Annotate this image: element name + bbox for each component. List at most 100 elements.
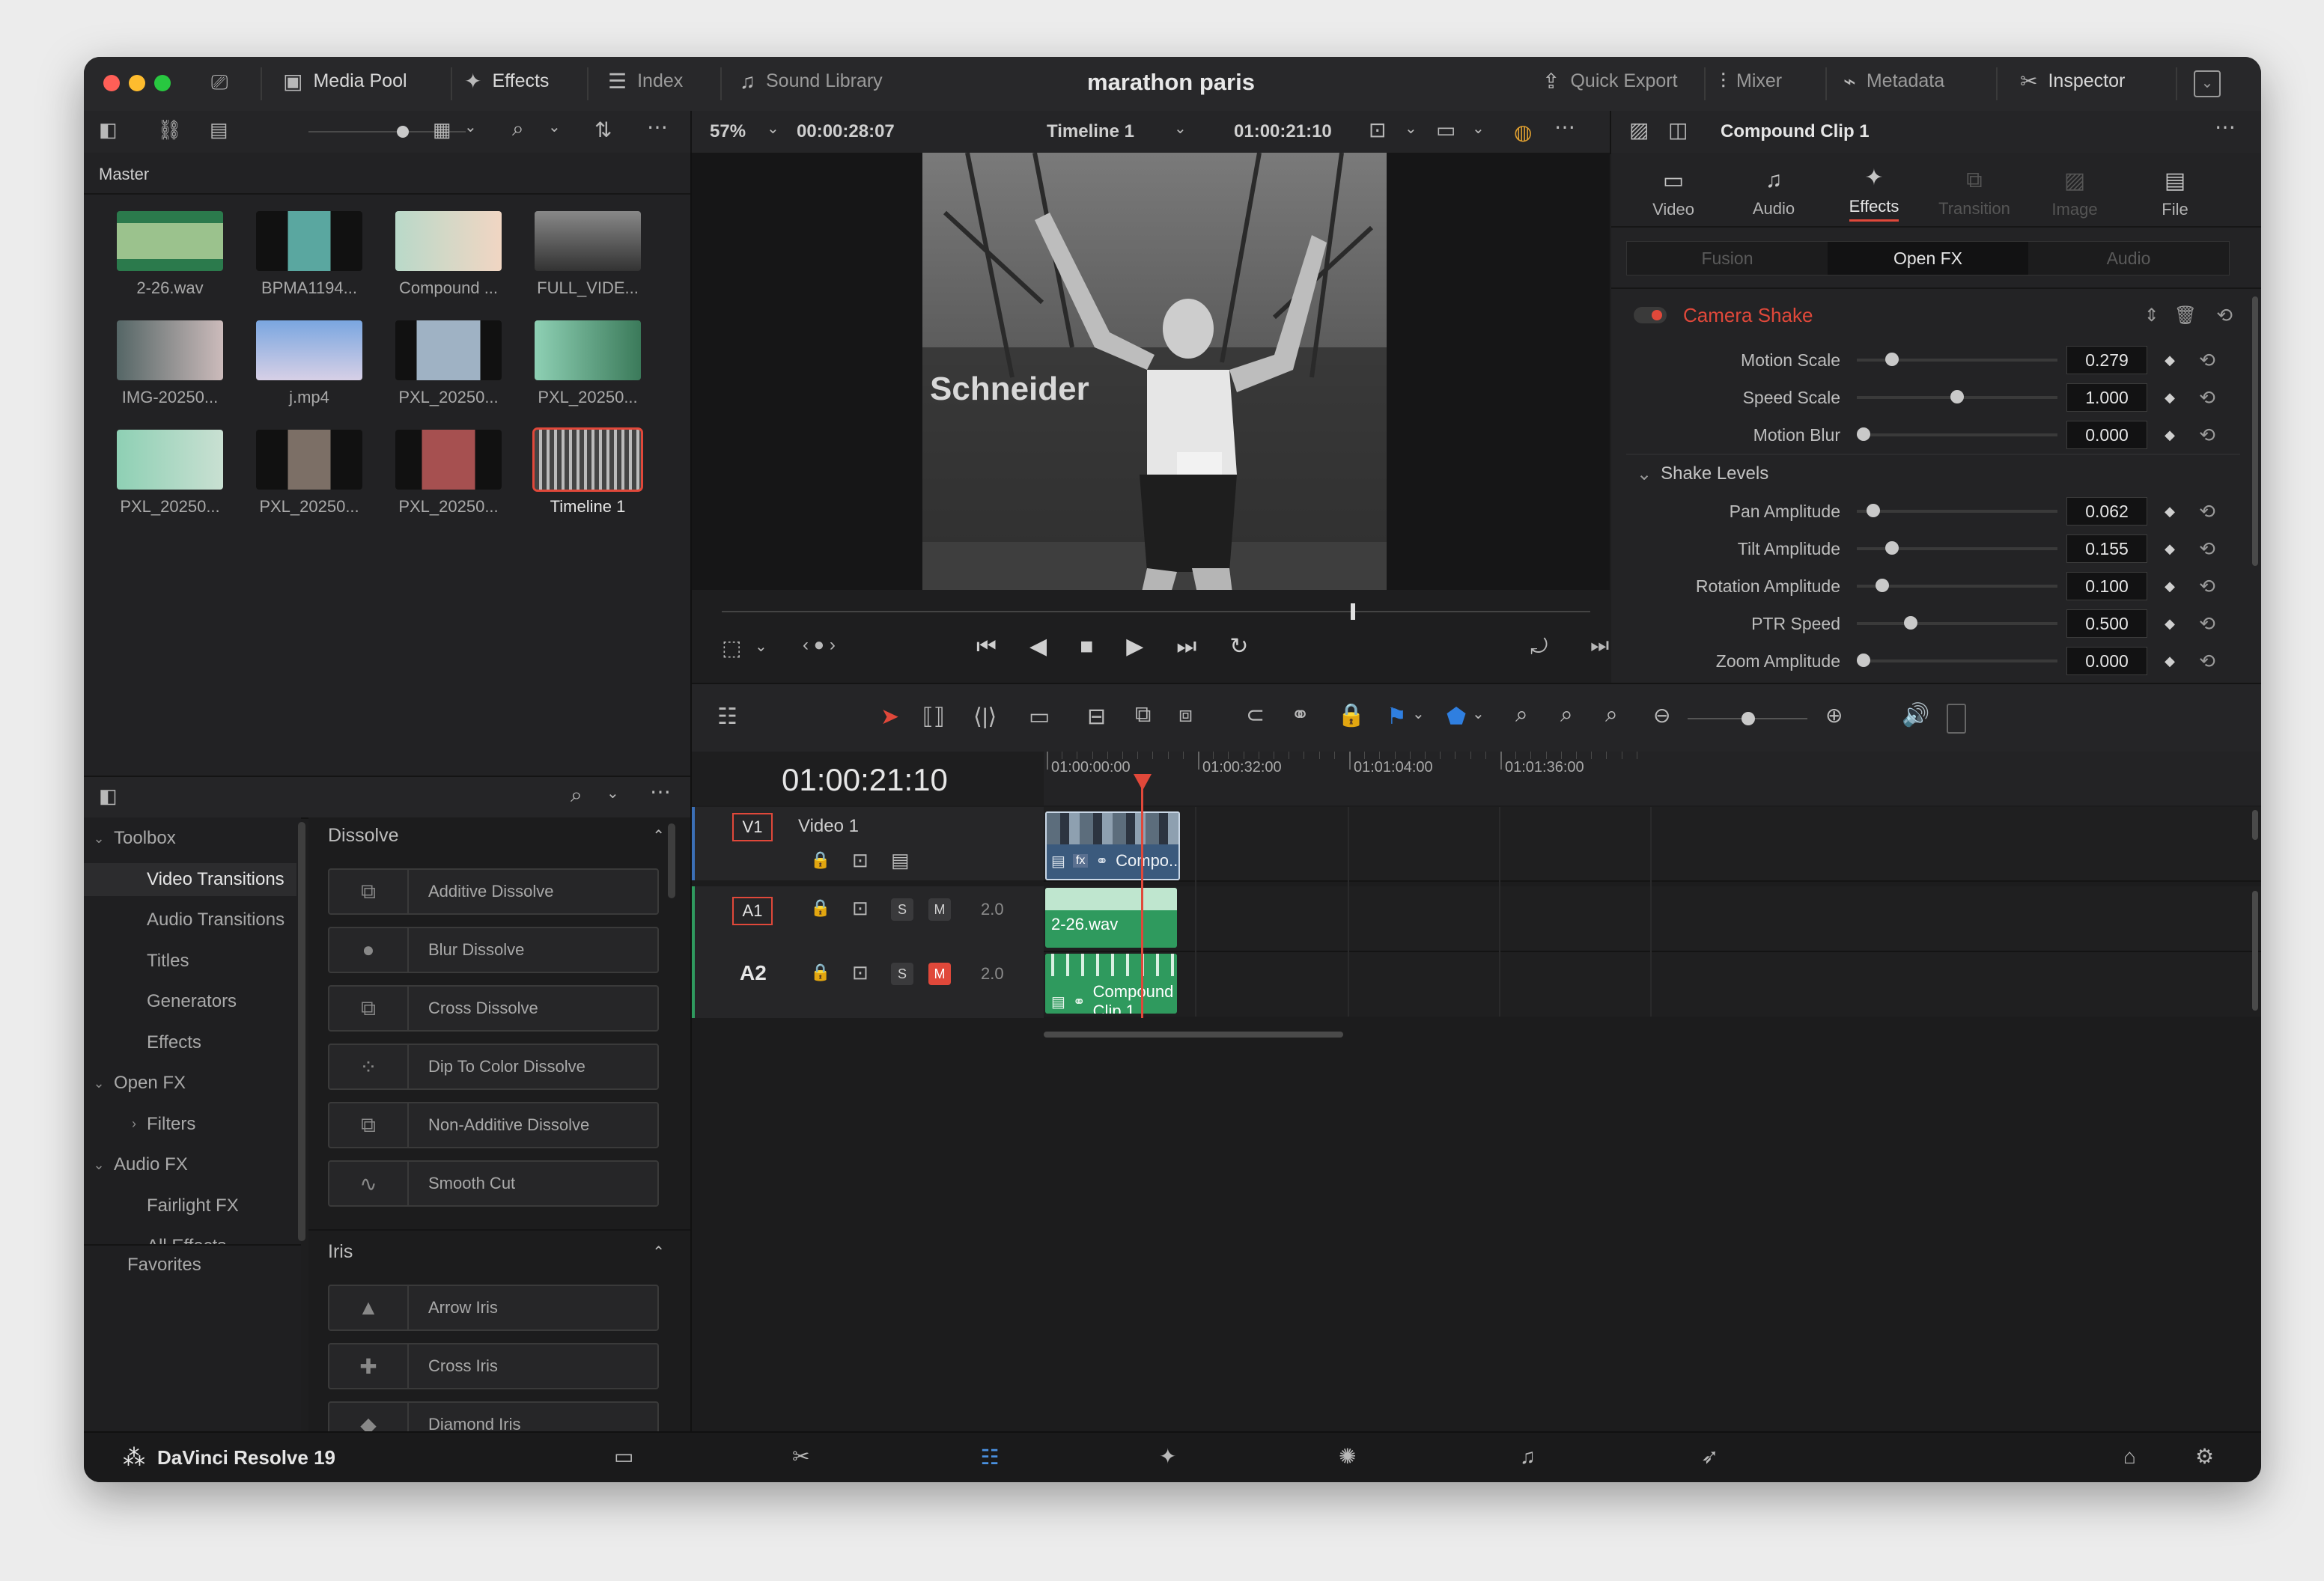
dissolve-header[interactable]: Dissolve ⌃ xyxy=(328,825,665,847)
tree-item[interactable]: ⌄ Toolbox xyxy=(84,822,296,855)
tree-scrollbar[interactable] xyxy=(298,822,305,1241)
media-pool-button[interactable]: ▣ Media Pool xyxy=(283,70,407,92)
favorites-item[interactable]: Favorites xyxy=(127,1255,201,1276)
trash-icon[interactable]: 🗑 xyxy=(2174,305,2197,326)
tree-item[interactable]: Generators xyxy=(84,985,296,1018)
mixer-button[interactable]: ⫶ Mixer xyxy=(1721,70,1782,92)
sidebar-toggle-icon[interactable]: ◧ xyxy=(99,786,118,805)
parameter-section-header[interactable]: ⌄ Shake Levels xyxy=(1611,455,2255,493)
reset-icon[interactable]: ⟲ xyxy=(2192,424,2222,447)
media-pool-clip[interactable]: BPMA1194... xyxy=(256,211,377,298)
tree-item[interactable]: › Filters xyxy=(84,1108,296,1141)
stop-icon[interactable]: ■ xyxy=(1080,634,1093,659)
slider-knob[interactable] xyxy=(1950,390,1964,403)
index-button[interactable]: ☰ Index xyxy=(608,70,683,92)
split-view-icon[interactable]: ◫ xyxy=(1668,120,1688,141)
keyframe-icon[interactable]: ◆ xyxy=(2147,541,2192,557)
slider-knob[interactable] xyxy=(1857,427,1870,441)
chevron-down-icon[interactable]: ⌄ xyxy=(767,121,779,136)
timeline-h-scrollbar[interactable] xyxy=(1044,1032,1343,1038)
chevron-down-icon[interactable]: ⌄ xyxy=(1412,707,1425,722)
sidebar-toggle-icon[interactable]: ◧ xyxy=(99,120,118,139)
reorder-icon[interactable]: ⇕ xyxy=(2144,305,2159,326)
zoom-window-button[interactable] xyxy=(154,75,171,91)
timeline-options-icon[interactable]: ☷ xyxy=(717,704,737,730)
scrubber-bar[interactable] xyxy=(722,611,1590,612)
video-track-scrollbar[interactable] xyxy=(2252,810,2258,840)
position-lock-icon[interactable]: 🔒 xyxy=(1337,702,1365,728)
more-options-icon[interactable]: ⋯ xyxy=(1554,117,1575,138)
inspector-tab[interactable]: ⧉ Transition xyxy=(1924,168,2025,219)
reset-icon[interactable]: ⟲ xyxy=(2192,537,2222,561)
hq-monitor-icon[interactable]: ▭ xyxy=(1436,120,1455,141)
parameter-slider[interactable] xyxy=(1857,353,2057,366)
inspector-subtab[interactable]: Fusion xyxy=(1627,242,1828,275)
color-page-icon[interactable]: ✺ xyxy=(1339,1446,1356,1467)
panel-toggle-icon[interactable]: ⌄ xyxy=(2194,70,2221,97)
reset-icon[interactable]: ⟲ xyxy=(2192,575,2222,598)
edit-page-tab[interactable]: ☷ xyxy=(900,1433,1080,1482)
minimize-window-button[interactable] xyxy=(129,75,145,91)
match-frame-icon[interactable]: ⤾ xyxy=(1530,636,1548,657)
replace-clip-icon[interactable]: ⧈ xyxy=(1178,702,1193,728)
inspector-subtab[interactable]: Open FX xyxy=(1828,242,2028,275)
parameter-value-field[interactable]: 0.062 xyxy=(2066,497,2147,526)
tree-item[interactable]: ⌄ Audio FX xyxy=(84,1148,296,1181)
play-icon[interactable]: ▶ xyxy=(1126,633,1143,659)
effect-item[interactable]: ◆ Diamond Iris xyxy=(328,1401,659,1431)
more-options-icon[interactable]: ⋯ xyxy=(647,117,668,138)
reset-icon[interactable]: ⟲ xyxy=(2192,349,2222,372)
home-icon[interactable]: ⌂ xyxy=(2123,1446,2136,1467)
parameter-value-field[interactable]: 0.279 xyxy=(2066,346,2147,374)
inspector-subtab[interactable]: Audio xyxy=(2028,242,2229,275)
chevron-down-icon[interactable]: ⌄ xyxy=(1472,121,1485,136)
chat-icon[interactable]: ▤ xyxy=(210,120,228,139)
timeline-zoom-slider[interactable] xyxy=(1688,712,1807,725)
audio-clip-a2[interactable]: ▤ ⚭ Compound Clip 1 xyxy=(1045,954,1177,1014)
effect-item[interactable]: ⁘ Dip To Color Dissolve xyxy=(328,1044,659,1090)
tree-item[interactable]: Titles xyxy=(84,945,296,978)
trim-tool-icon[interactable]: ⟦⟧ xyxy=(922,704,945,730)
slider-knob[interactable] xyxy=(1903,616,1917,630)
transform-icon[interactable]: ⬚ xyxy=(722,638,741,659)
loop-icon[interactable]: ↻ xyxy=(1229,633,1248,659)
media-pool-clip[interactable]: PXL_20250... xyxy=(535,320,655,407)
parameter-value-field[interactable]: 0.155 xyxy=(2066,534,2147,563)
media-pool-clip[interactable]: PXL_20250... xyxy=(117,430,237,517)
inspector-tab[interactable]: ▨ Image xyxy=(2025,168,2125,219)
inspector-scrollbar[interactable] xyxy=(2252,296,2258,566)
reset-icon[interactable]: ⟲ xyxy=(2192,650,2222,673)
inspector-button[interactable]: ✂ Inspector xyxy=(2020,70,2125,92)
audio-clip-a1[interactable]: 2-26.wav xyxy=(1045,888,1177,948)
chevron-down-icon[interactable]: ⌄ xyxy=(464,120,477,135)
track-a2-solo-button[interactable]: S xyxy=(891,963,913,985)
effects-button[interactable]: ✦ Effects xyxy=(464,70,549,92)
chevron-down-icon[interactable]: ⌄ xyxy=(1405,121,1417,136)
parameter-value-field[interactable]: 0.000 xyxy=(2066,421,2147,449)
cut-page-icon[interactable]: ✂ xyxy=(792,1446,809,1467)
flag-icon[interactable]: ⚑ xyxy=(1387,704,1407,730)
media-pool-clip[interactable]: Timeline 1 xyxy=(532,427,655,517)
media-page-icon[interactable]: ▭ xyxy=(614,1446,633,1467)
keyframe-icon[interactable]: ◆ xyxy=(2147,353,2192,368)
more-options-icon[interactable]: ⋯ xyxy=(2215,117,2236,138)
metadata-button[interactable]: ⌁ Metadata xyxy=(1843,70,1944,92)
track-a2-mute-button[interactable]: M xyxy=(928,963,951,985)
auto-select-icon[interactable]: ⊡ xyxy=(852,963,869,982)
playhead[interactable] xyxy=(1141,782,1143,1018)
blade-tool-icon[interactable]: ▭ xyxy=(1029,704,1050,730)
play-reverse-icon[interactable]: ◀ xyxy=(1029,633,1047,659)
thumbnail-size-knob[interactable] xyxy=(397,126,409,138)
dynamic-trim-icon[interactable]: ⟨|⟩ xyxy=(973,704,997,730)
media-pool-clip[interactable]: PXL_20250... xyxy=(256,430,377,517)
parameter-value-field[interactable]: 0.000 xyxy=(2066,647,2147,675)
auto-select-icon[interactable]: ⊡ xyxy=(852,898,869,918)
overwrite-clip-icon[interactable]: ⧉ xyxy=(1135,702,1151,728)
media-pool-clip[interactable]: 2-26.wav xyxy=(117,211,237,298)
parameter-slider[interactable] xyxy=(1857,390,2057,403)
skip-to-start-icon[interactable]: ⏮ xyxy=(976,634,997,659)
insert-clip-icon[interactable]: ⊟ xyxy=(1087,704,1106,730)
timeline-name[interactable]: Timeline 1 xyxy=(1047,121,1134,142)
video-clip-compound[interactable]: ▤ fx ⚭ Compo... xyxy=(1045,811,1180,880)
slider-knob[interactable] xyxy=(1866,504,1880,517)
